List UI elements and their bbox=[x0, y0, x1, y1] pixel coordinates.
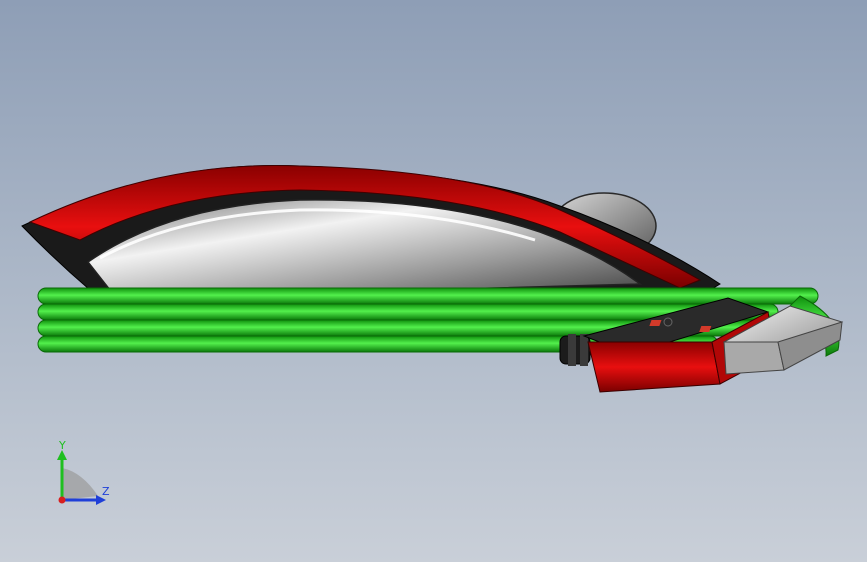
cable-strain-relief bbox=[559, 334, 591, 366]
x-axis-dot bbox=[58, 496, 66, 504]
usb-plug-front bbox=[723, 341, 785, 375]
mouse-3d-model[interactable] bbox=[0, 0, 867, 562]
usb-housing-front bbox=[587, 341, 721, 393]
cable-strand-1 bbox=[37, 287, 819, 305]
view-plane-icon bbox=[62, 468, 98, 500]
graphics-viewport[interactable]: Y Z bbox=[0, 0, 867, 562]
y-axis-label: Y bbox=[58, 439, 66, 452]
orientation-triad: Y Z bbox=[40, 438, 130, 510]
z-axis-label: Z bbox=[102, 485, 110, 498]
